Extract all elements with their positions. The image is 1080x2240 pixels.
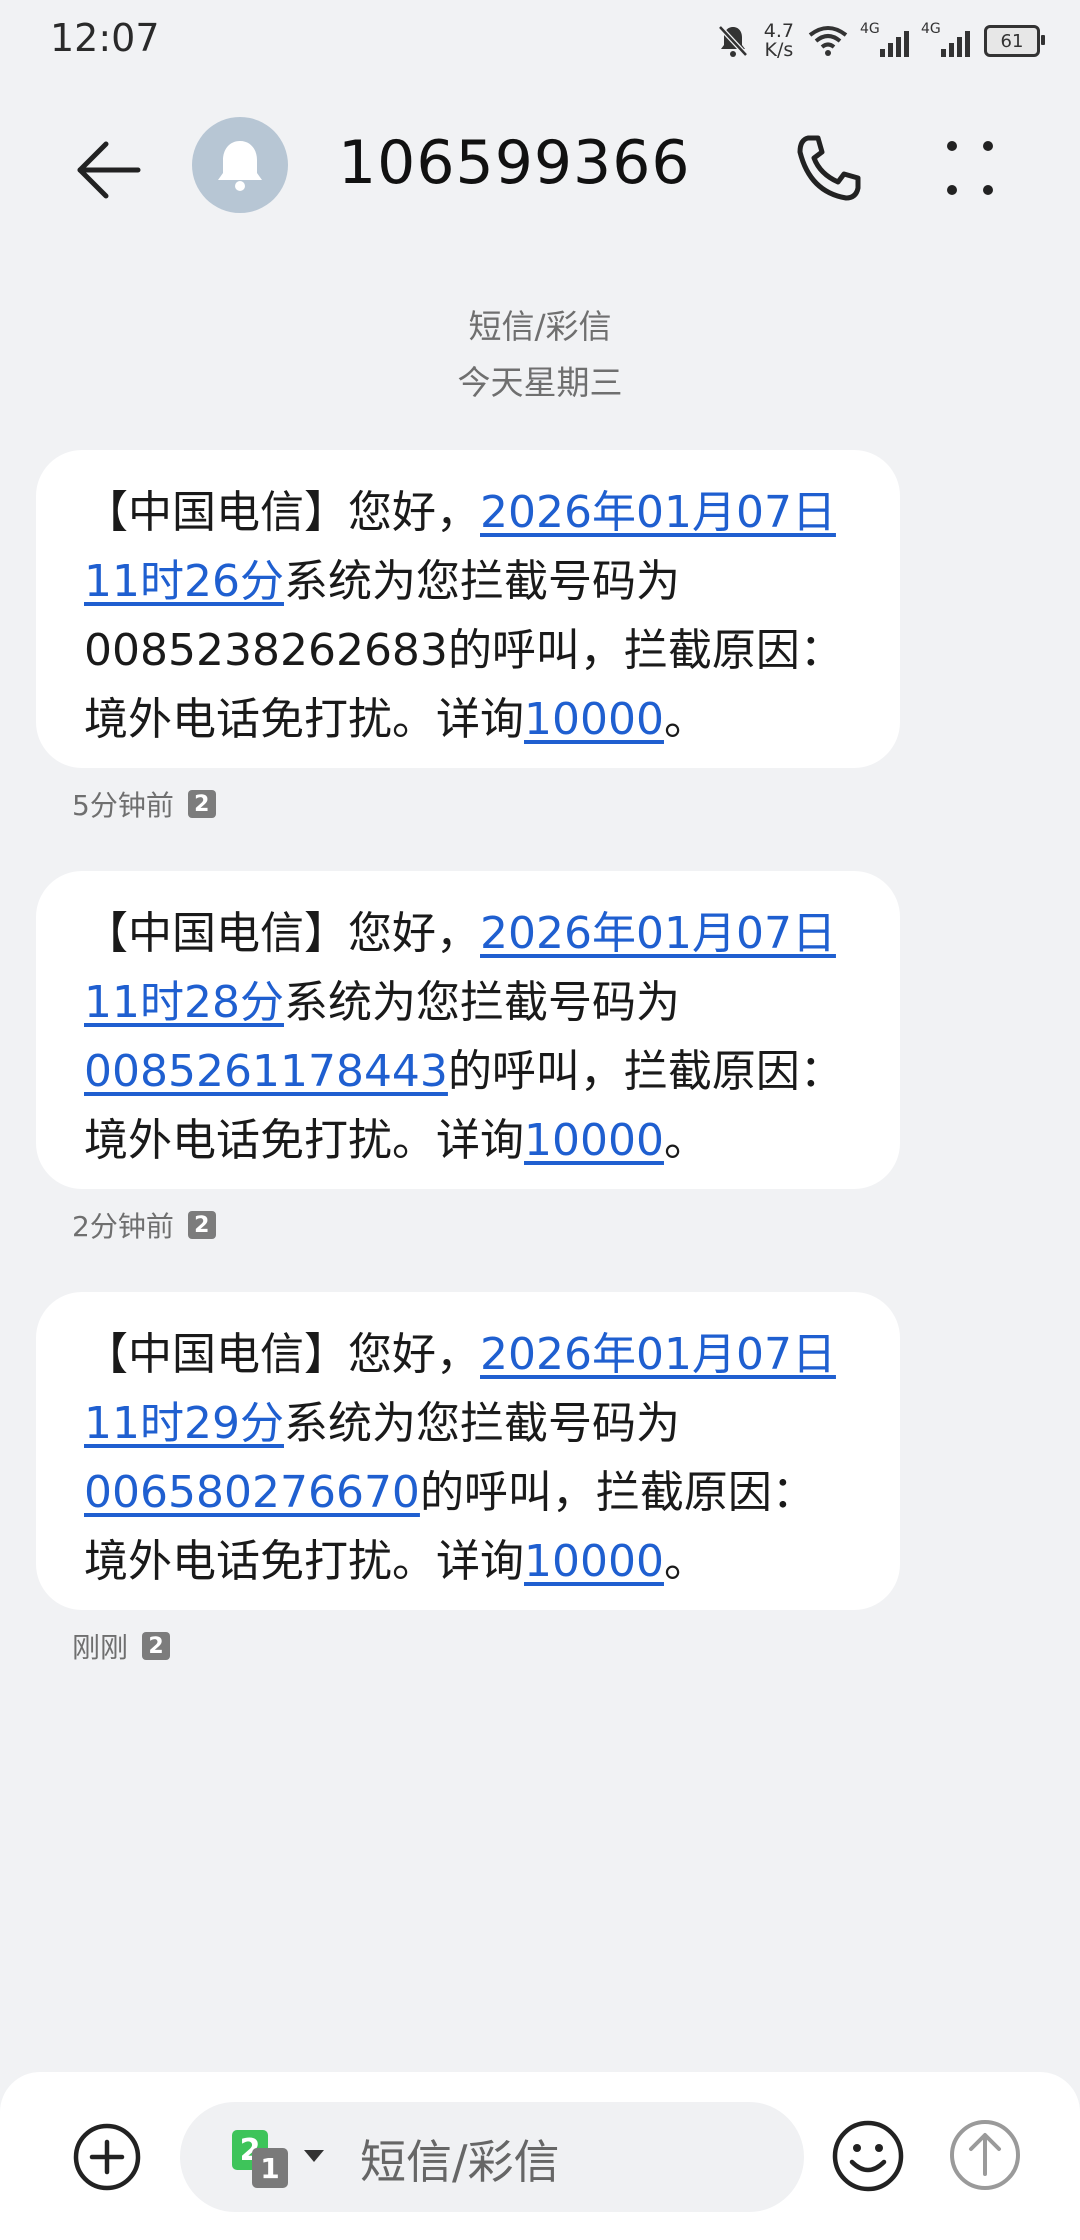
phone-number: 0085238262683 (84, 625, 448, 676)
message-time: 刚刚 (72, 1631, 129, 1664)
message-end: 。 (663, 694, 708, 745)
plus-circle-icon[interactable] (72, 2122, 142, 2192)
message-text: 系统为您拦截号码为 (283, 1398, 680, 1449)
signal-1-icon: 4G (860, 21, 909, 57)
signal-2-label: 4G (921, 21, 941, 37)
status-time: 12:07 (50, 16, 160, 60)
input-placeholder: 短信/彩信 (360, 2135, 560, 2189)
message-time: 2分钟前 (72, 1210, 174, 1243)
battery-icon: 61 (984, 25, 1045, 57)
network-speed-unit: K/s (764, 39, 794, 61)
message-text: 系统为您拦截号码为 (283, 556, 680, 607)
service-number-link[interactable]: 10000 (524, 1115, 664, 1166)
sim-switch[interactable]: 2 1 (232, 2130, 312, 2190)
message-bubble[interactable]: 【中国电信】您好，2026年01月07日 11时26分系统为您拦截号码为0085… (36, 450, 900, 768)
message-end: 。 (663, 1115, 708, 1166)
phone-icon[interactable] (790, 130, 866, 206)
sim-1-badge: 1 (252, 2148, 288, 2188)
smiley-icon[interactable] (830, 2118, 906, 2194)
message-meta: 2分钟前 2 (72, 1205, 216, 1245)
conversation-header: 106599366 (0, 100, 1080, 240)
chevron-down-icon[interactable] (304, 2150, 324, 2162)
signal-2-icon: 4G (921, 21, 970, 57)
message-prefix: 【中国电信】您好， (84, 1329, 480, 1380)
arrow-up-circle-icon[interactable] (948, 2118, 1022, 2192)
message-time: 5分钟前 (72, 789, 174, 822)
message-text: 系统为您拦截号码为 (283, 977, 680, 1028)
message-prefix: 【中国电信】您好， (84, 908, 480, 959)
contact-title: 106599366 (338, 128, 691, 198)
phone-number-link[interactable]: 006580276670 (84, 1467, 420, 1518)
service-number-link[interactable]: 10000 (524, 694, 664, 745)
message-prefix: 【中国电信】您好， (84, 487, 480, 538)
back-arrow-icon[interactable] (70, 130, 150, 210)
more-dots-icon[interactable] (940, 130, 1000, 206)
network-speed: 4.7 K/s (764, 22, 794, 60)
mute-bell-icon (717, 25, 748, 57)
date-label: 今天星期三 (457, 363, 623, 402)
signal-1-label: 4G (860, 21, 880, 37)
status-icons: 4.7 K/s 4G 4G 61 (716, 18, 1045, 64)
phone-number-link[interactable]: 0085261178443 (84, 1046, 448, 1097)
message-meta: 刚刚 2 (72, 1626, 171, 1666)
status-bar: 12:07 4.7 K/s 4G 4G 61 (0, 0, 1080, 84)
service-number-link[interactable]: 10000 (524, 1536, 664, 1587)
bell-icon (218, 141, 262, 191)
message-meta: 5分钟前 2 (72, 784, 216, 824)
message-composer: 2 1 短信/彩信 (0, 2072, 1080, 2240)
wifi-icon (808, 26, 848, 56)
message-input[interactable]: 2 1 短信/彩信 (180, 2102, 804, 2212)
sim-badge: 2 (142, 1632, 171, 1660)
sim-badge: 2 (187, 790, 216, 818)
message-bubble[interactable]: 【中国电信】您好，2026年01月07日 11时29分系统为您拦截号码为0065… (36, 1292, 900, 1610)
battery-level: 61 (1000, 30, 1024, 52)
sim-badge: 2 (187, 1211, 216, 1239)
message-bubble[interactable]: 【中国电信】您好，2026年01月07日 11时28分系统为您拦截号码为0085… (36, 871, 900, 1189)
message-end: 。 (663, 1536, 708, 1587)
avatar[interactable] (192, 117, 288, 213)
channel-label: 短信/彩信 (468, 307, 612, 346)
